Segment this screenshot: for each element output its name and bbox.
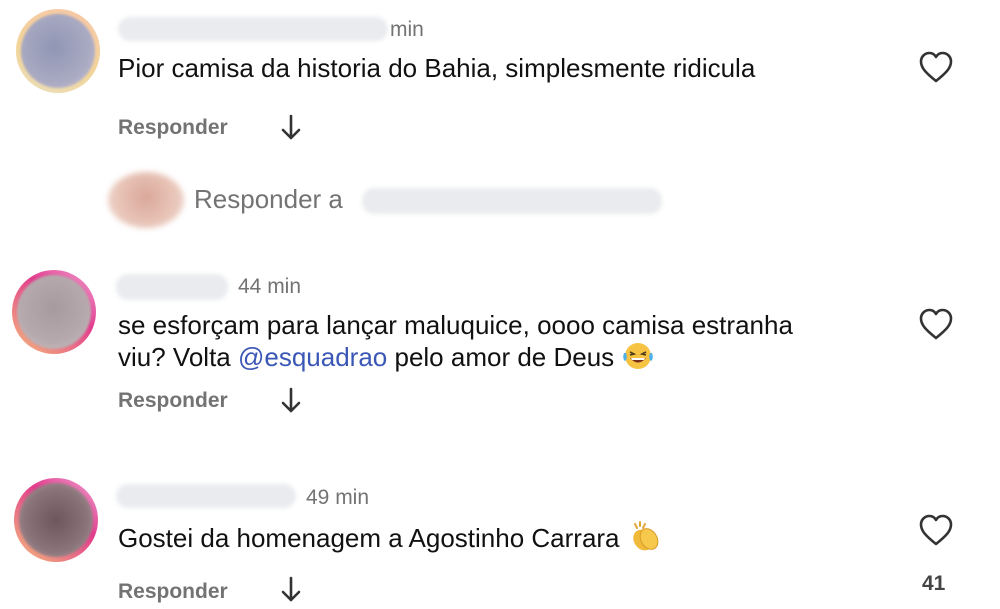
comment-time: 44 min [238, 275, 302, 298]
username-redacted[interactable] [116, 274, 228, 300]
avatar[interactable] [16, 9, 100, 93]
heart-icon[interactable] [918, 513, 954, 547]
avatar[interactable] [12, 270, 96, 354]
comment-text: Pior camisa da historia do Bahia, simple… [118, 53, 756, 83]
arrow-down-icon[interactable] [280, 576, 302, 609]
avatar[interactable] [14, 478, 98, 562]
reply-button[interactable]: Responder [118, 116, 228, 140]
clapping-hands-emoji-icon [627, 520, 663, 559]
reply-target-redacted [362, 188, 662, 214]
comment-text-tail: pelo amor de Deus [387, 342, 615, 372]
arrow-down-icon[interactable] [280, 387, 302, 420]
comment-text: Gostei da homenagem a Agostinho Carrara [118, 520, 663, 559]
comment-text: se esforçam para lançar maluquice, oooo … [118, 309, 793, 378]
comment-text-body: Gostei da homenagem a Agostinho Carrara [118, 523, 620, 553]
laughing-tears-emoji-icon [621, 341, 655, 378]
username-redacted[interactable] [116, 484, 296, 508]
comment-time: 49 min [306, 486, 370, 509]
like-count: 41 [922, 572, 946, 595]
heart-icon[interactable] [918, 307, 954, 341]
arrow-down-icon[interactable] [280, 114, 302, 147]
reply-button[interactable]: Responder [118, 580, 228, 604]
avatar [108, 172, 184, 228]
reply-button[interactable]: Responder [118, 389, 228, 413]
comment-text-line2: viu? Volta [118, 342, 238, 372]
username-redacted[interactable] [118, 17, 388, 41]
comment-time: min [390, 18, 424, 41]
reply-input-placeholder[interactable]: Responder a [194, 184, 343, 215]
heart-icon[interactable] [918, 50, 954, 84]
comment-text-line1: se esforçam para lançar maluquice, oooo … [118, 310, 793, 340]
mention-link[interactable]: @esquadrao [238, 342, 387, 372]
